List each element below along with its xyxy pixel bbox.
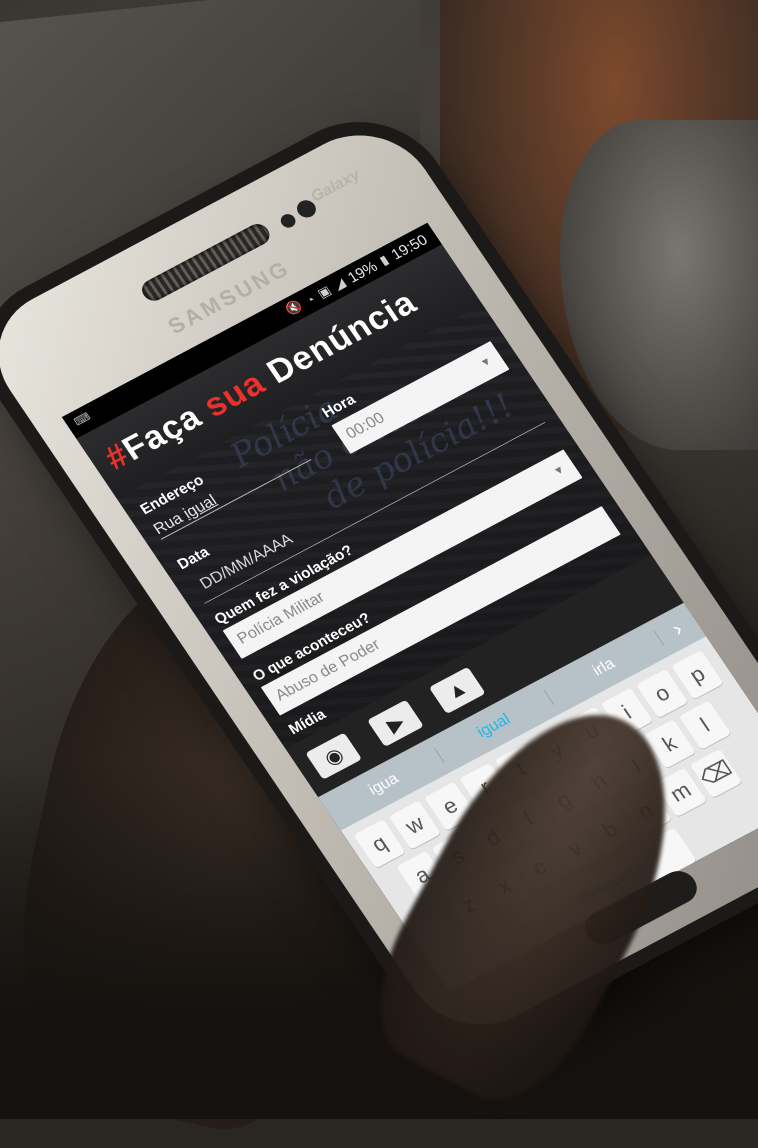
sim-icon: ▣ (314, 282, 334, 301)
chevron-down-icon: ▼ (478, 354, 495, 370)
wifi-icon: ◔ (302, 291, 318, 308)
chevron-down-icon: ▼ (551, 463, 568, 479)
video-icon[interactable]: ▶ (367, 699, 424, 747)
signal-icon: ◢ (330, 275, 348, 293)
battery-icon: ▮ (376, 252, 392, 268)
phone-wrapper: Galaxy SAMSUNG ⌨ 🔇 ◔ ▣ ◢ 19% ▮ 19:50 #Fa… (0, 0, 758, 1119)
mute-icon: 🔇 (282, 297, 306, 318)
sensor-icon (278, 211, 299, 230)
camera-icon[interactable]: ◉ (305, 732, 363, 780)
keyboard-notification-icon: ⌨ (72, 410, 94, 429)
image-icon[interactable]: ▲ (428, 666, 486, 715)
brand-model: Galaxy (307, 166, 364, 206)
